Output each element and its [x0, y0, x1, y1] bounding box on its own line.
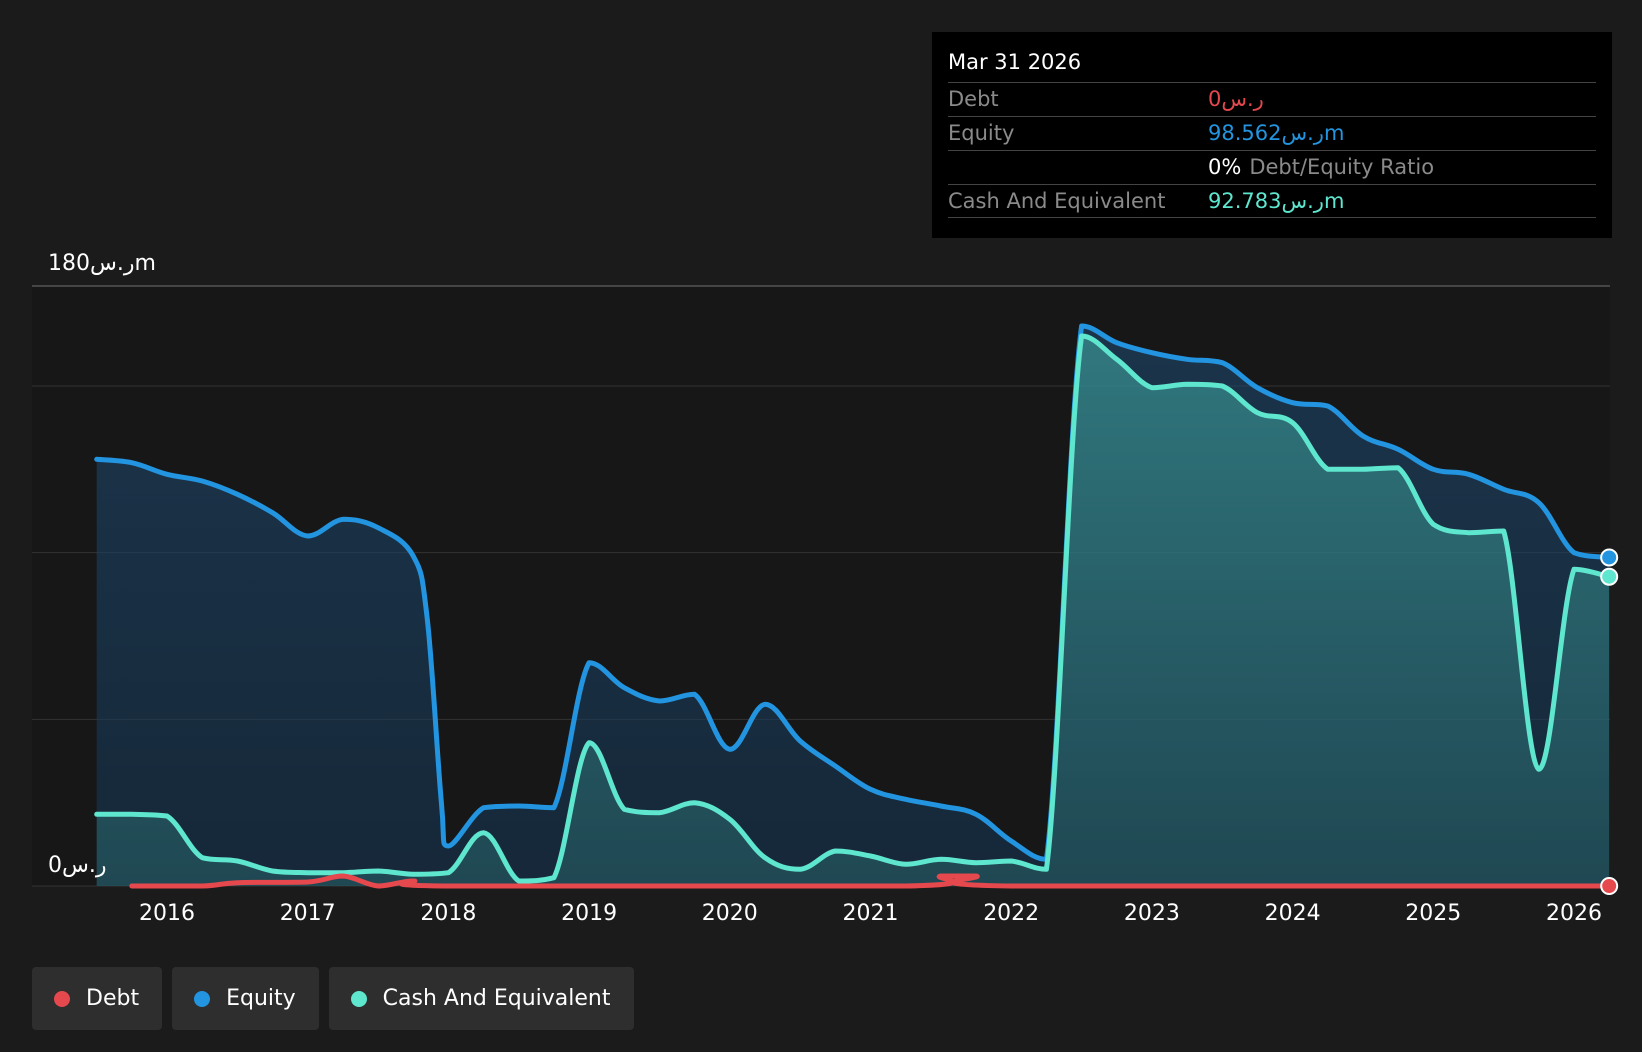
cash-and-equivalent-end-point — [1600, 567, 1619, 586]
legend-item-debt[interactable]: Debt — [32, 967, 163, 1030]
x-tick-label: 2021 — [843, 901, 899, 926]
tooltip-cash-label: Cash And Equivalent — [948, 189, 1166, 213]
y-axis-top-label: 180ر.سm — [48, 251, 156, 276]
legend-item-cash[interactable]: Cash And Equivalent — [328, 967, 634, 1030]
equity-end-point — [1600, 548, 1619, 567]
tooltip-equity-label: Equity — [948, 121, 1015, 145]
debt-end-point — [1600, 877, 1619, 895]
equity-dot-icon — [194, 990, 211, 1007]
x-tick-label: 2018 — [420, 901, 476, 926]
tooltip-ratio-value: 0% — [1208, 155, 1242, 179]
x-tick-label: 2017 — [280, 901, 336, 926]
x-tick-label: 2020 — [702, 901, 758, 926]
tooltip-ratio-label: Debt/Equity Ratio — [1249, 155, 1435, 179]
tooltip-row-ratio: 0% Debt/Equity Ratio — [948, 150, 1596, 184]
x-tick-label: 2022 — [983, 901, 1039, 926]
legend-equity-label: Equity — [226, 986, 296, 1011]
cash-dot-icon — [350, 990, 367, 1007]
x-tick-label: 2025 — [1405, 901, 1461, 926]
x-tick-label: 2019 — [561, 901, 617, 926]
tooltip-equity-value: 98.562ر.سm — [1208, 121, 1345, 145]
tooltip-date: Mar 31 2026 — [948, 50, 1082, 74]
legend-debt-label: Debt — [86, 986, 140, 1011]
tooltip-cash-value: 92.783ر.سm — [1208, 189, 1345, 213]
x-tick-label: 2016 — [139, 901, 195, 926]
tooltip-debt-label: Debt — [948, 87, 999, 111]
y-axis-bottom-label: 0ر.س — [48, 853, 106, 878]
x-tick-label: 2024 — [1265, 901, 1321, 926]
tooltip-ratio-spacer — [948, 151, 1208, 184]
hover-tooltip: Mar 31 2026 Debt 0ر.س Equity 98.562ر.سm … — [932, 32, 1612, 238]
tooltip-row-debt: Debt 0ر.س — [948, 82, 1596, 116]
tooltip-debt-value: 0ر.س — [1208, 87, 1264, 111]
x-tick-label: 2026 — [1546, 901, 1602, 926]
x-tick-label: 2023 — [1124, 901, 1180, 926]
debt-dot-icon — [54, 990, 70, 1007]
legend-item-equity[interactable]: Equity — [172, 967, 319, 1030]
tooltip-row-equity: Equity 98.562ر.سm — [948, 116, 1596, 150]
tooltip-row-cash: Cash And Equivalent 92.783ر.سm — [948, 184, 1596, 218]
x-axis-ticks: 2016 2017 2018 2019 2020 2021 2022 2023 2024 2025… — [139, 901, 1602, 926]
legend-cash-label: Cash And Equivalent — [382, 986, 611, 1011]
chart-legend: Debt Equity Cash And Equivalent — [32, 967, 634, 1030]
